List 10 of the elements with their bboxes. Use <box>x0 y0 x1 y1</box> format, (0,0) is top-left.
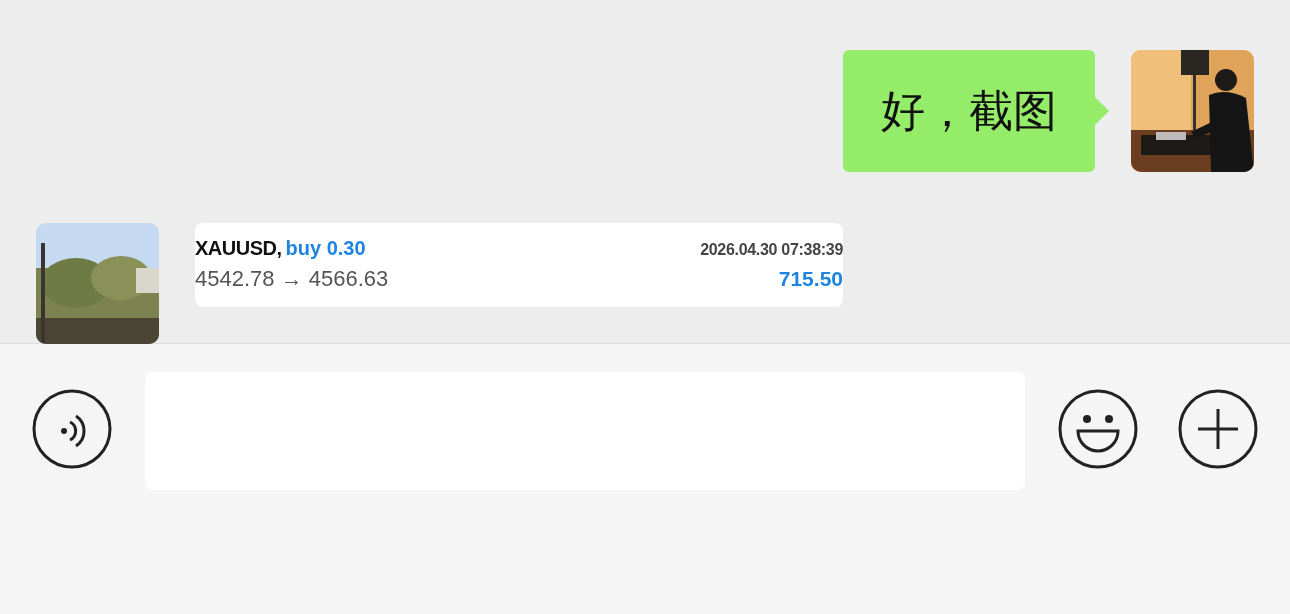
voice-icon[interactable] <box>32 389 112 469</box>
trade-order: buy 0.30 <box>285 237 366 259</box>
trade-symbol: XAUUSD, <box>195 237 282 259</box>
message-text: 好，截图 <box>881 83 1057 138</box>
trade-profit: 715.50 <box>778 267 843 291</box>
emoji-icon[interactable] <box>1058 389 1138 469</box>
trade-prices: 4542.78 → 4566.63 <box>195 266 389 292</box>
add-icon[interactable] <box>1178 389 1258 469</box>
trade-time: 2026.04.30 07:38:39 <box>700 241 843 259</box>
trade-card[interactable]: XAUUSD, buy 0.30 2026.04.30 07:38:39 4542.78 → 4566.63 715.50 <box>195 223 843 307</box>
